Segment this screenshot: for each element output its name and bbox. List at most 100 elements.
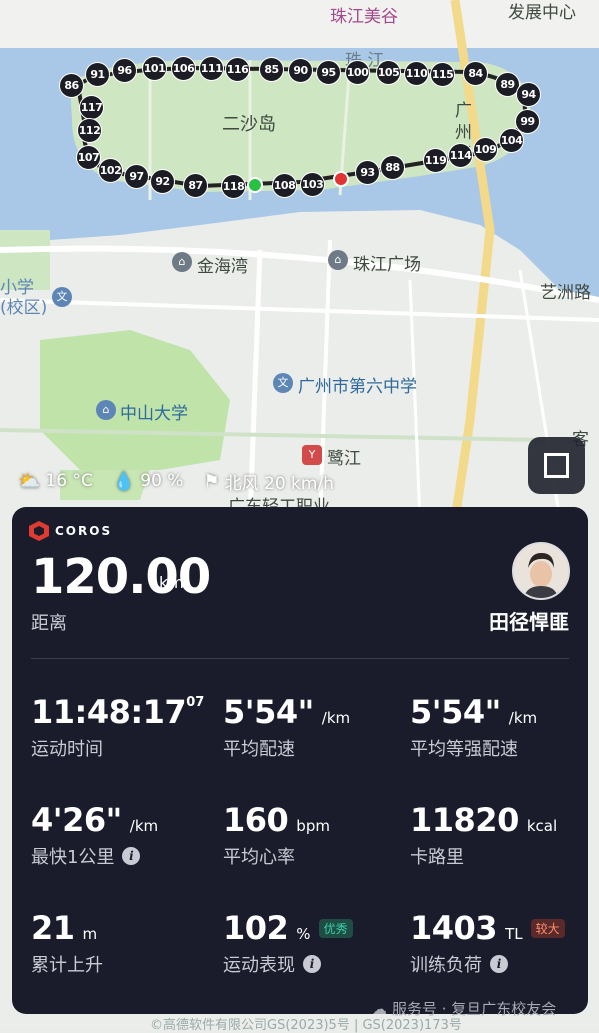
km-marker[interactable]: 112 [77,118,102,143]
km-marker[interactable]: 114 [448,143,473,168]
km-marker[interactable]: 104 [499,128,524,153]
avatar-portrait-icon [514,544,568,598]
brand-name: COROS [55,524,113,538]
metric-label: 卡路里 [410,847,464,868]
info-icon[interactable]: i [490,955,508,973]
km-marker[interactable]: 84 [463,61,488,86]
km-marker[interactable]: 109 [473,137,498,162]
weather-bar: ⛅ 16 °C 💧 90 % ⚑ 北风 20 km/h [18,468,346,494]
km-marker[interactable]: 107 [76,145,101,170]
performance-badge: 优秀 [318,918,353,938]
map-label-top-poi: 珠江美谷 [330,7,398,27]
metric-value-fraction: 07 [186,695,205,710]
poi-university-icon: ⌂ [96,400,116,420]
km-marker[interactable]: 106 [171,56,196,81]
metric-adjusted-pace: 5'54" /km 平均等强配速 [410,693,537,761]
metric-unit: TL [505,925,523,943]
metric-fastest-km: 4'26" /km 最快1公里 i [31,801,158,869]
start-point-marker[interactable] [247,177,263,193]
km-marker[interactable]: 90 [288,58,313,83]
km-marker[interactable]: 110 [404,61,429,86]
km-marker[interactable]: 119 [423,148,448,173]
distance-label: 距离 [31,613,67,634]
divider [31,658,569,659]
metric-label: 累计上升 [31,955,103,976]
km-marker[interactable]: 86 [59,73,84,98]
temperature-item: ⛅ 16 °C [18,471,93,492]
metric-value: 5'54" [410,693,501,731]
info-icon[interactable]: i [303,955,321,973]
km-marker[interactable]: 100 [345,60,370,85]
metric-label: 训练负荷 [410,955,482,976]
coros-logo-icon [29,521,49,541]
end-point-marker[interactable] [333,171,349,187]
metric-label: 平均等强配速 [410,739,518,760]
km-marker[interactable]: 97 [124,164,149,189]
map-label-jinhaiwan: 金海湾 [197,257,248,277]
metric-label: 运动时间 [31,739,103,760]
metric-label: 最快1公里 [31,847,115,868]
metric-avg-pace: 5'54" /km 平均配速 [223,693,350,761]
poi-home-icon: ⌂ [172,252,192,272]
poi-school-icon: 文 [52,287,72,307]
partly-cloudy-icon: ⛅ [18,470,41,492]
fullscreen-button[interactable] [528,437,585,494]
km-marker[interactable]: 102 [98,158,123,183]
metric-value: 11820 [410,801,519,839]
km-marker[interactable]: 116 [225,57,250,82]
km-marker[interactable]: 91 [85,62,110,87]
wind-item: ⚑ 北风 20 km/h [203,469,334,494]
wind-flag-icon: ⚑ [203,470,220,492]
km-marker[interactable]: 115 [430,62,455,87]
metric-label: 运动表现 [223,955,295,976]
km-marker[interactable]: 92 [150,169,175,194]
humidity-item: 💧 90 % [113,471,184,492]
km-marker[interactable]: 95 [316,60,341,85]
humidity-value: 90 % [140,471,184,491]
watermark-text: 服务号 · 复旦广东校友会 [392,1000,557,1018]
metric-avg-heart-rate: 160 bpm 平均心率 [223,801,330,869]
km-marker[interactable]: 85 [259,57,284,82]
metric-performance: 102 % 优秀 运动表现 i [223,909,353,977]
metric-unit: /km [508,709,538,727]
metro-icon: Y [302,445,322,465]
training-load-badge: 较大 [530,918,565,938]
poi-middle-school-icon: 文 [273,373,293,393]
km-marker[interactable]: 108 [272,173,297,198]
metric-unit: kcal [526,817,558,835]
metric-value: 4'26" [31,801,122,839]
activity-summary-card: COROS 120.00 km 距离 田径悍匪 11:48:17 07 运动时间… [12,507,588,1014]
km-marker[interactable]: 93 [355,160,380,185]
km-marker[interactable]: 118 [221,174,246,199]
km-marker[interactable]: 103 [300,172,325,197]
km-marker[interactable]: 105 [376,60,401,85]
metric-duration: 11:48:17 07 运动时间 [31,693,204,761]
poi-place-icon: ⌂ [328,250,348,270]
map-label-primary-school: 小学(校区) [0,278,48,318]
metric-value: 160 [223,801,289,839]
km-marker[interactable]: 101 [142,56,167,81]
metric-calories: 11820 kcal 卡路里 [410,801,557,869]
km-marker[interactable]: 88 [380,155,405,180]
metric-value: 1403 [410,909,498,947]
metric-unit: % [296,925,311,943]
info-icon[interactable]: i [122,847,141,865]
avatar[interactable] [512,542,570,600]
km-marker[interactable]: 96 [112,58,137,83]
map-label-yizhou-road: 艺洲路 [540,283,591,303]
km-marker[interactable]: 111 [199,56,224,81]
map-label-ershadao: 二沙岛 [222,114,276,135]
watermark: ☁ 服务号 · 复旦广东校友会 [372,998,556,1019]
map-label-zhujiang-square: 珠江广场 [353,255,421,275]
km-marker[interactable]: 94 [516,82,541,107]
metric-unit: m [82,925,98,943]
distance-unit: km [159,573,184,592]
map-label-sysu: 中山大学 [120,404,188,424]
km-marker[interactable]: 117 [79,95,104,120]
metric-unit: /km [129,817,159,835]
metric-elevation-gain: 21 m 累计上升 [31,909,103,977]
metric-value: 11:48:17 [31,693,187,731]
km-marker[interactable]: 87 [183,173,208,198]
temperature-value: 16 °C [45,471,93,491]
brand-logo: COROS [29,521,112,541]
